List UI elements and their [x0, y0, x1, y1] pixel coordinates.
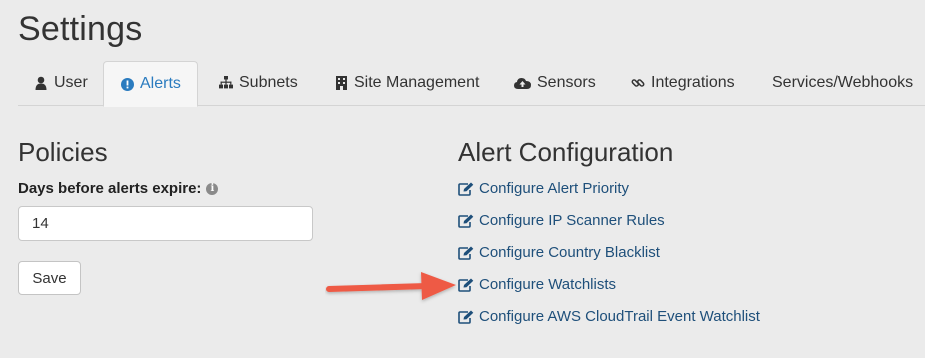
- edit-icon: [458, 278, 474, 292]
- tab-integrations[interactable]: Integrations: [631, 61, 735, 104]
- configure-alert-priority-link[interactable]: Configure Alert Priority: [458, 180, 629, 197]
- user-icon: [34, 76, 48, 90]
- settings-tabs: User Alerts Subnets Site Management Sens…: [18, 61, 925, 107]
- cloud-upload-icon: [514, 76, 531, 90]
- days-expire-label: Days before alerts expire: i: [18, 180, 219, 197]
- tab-site-management-label: Site Management: [354, 73, 480, 91]
- page-title: Settings: [18, 10, 143, 48]
- link-icon: [631, 76, 645, 90]
- tab-services-webhooks-label: Services/Webhooks: [772, 73, 914, 91]
- sitemap-icon: [219, 76, 233, 90]
- configure-watchlists-link[interactable]: Configure Watchlists: [458, 276, 616, 293]
- configure-ip-scanner-rules-label: Configure IP Scanner Rules: [479, 212, 665, 229]
- edit-icon: [458, 182, 474, 196]
- save-button[interactable]: Save: [18, 261, 81, 295]
- configure-aws-cloudtrail-watchlist-link[interactable]: Configure AWS CloudTrail Event Watchlist: [458, 308, 760, 325]
- tab-alerts-label: Alerts: [140, 75, 181, 92]
- configure-aws-cloudtrail-watchlist-label: Configure AWS CloudTrail Event Watchlist: [479, 308, 760, 325]
- tab-subnets[interactable]: Subnets: [219, 61, 298, 104]
- tab-integrations-label: Integrations: [651, 73, 735, 91]
- tab-alerts[interactable]: Alerts: [103, 61, 198, 107]
- configure-country-blacklist-label: Configure Country Blacklist: [479, 244, 660, 261]
- tab-subnets-label: Subnets: [239, 73, 298, 91]
- edit-icon: [458, 246, 474, 260]
- tab-user[interactable]: User: [34, 61, 88, 104]
- tab-services-webhooks[interactable]: Services/Webhooks: [772, 61, 913, 104]
- exclamation-circle-icon: [120, 77, 134, 91]
- tab-user-label: User: [54, 73, 88, 91]
- days-expire-input[interactable]: [18, 206, 313, 241]
- building-icon: [334, 75, 348, 90]
- info-icon[interactable]: i: [206, 182, 219, 195]
- policies-title: Policies: [18, 137, 108, 167]
- annotation-arrow: [326, 272, 456, 300]
- configure-country-blacklist-link[interactable]: Configure Country Blacklist: [458, 244, 660, 261]
- edit-icon: [458, 310, 474, 324]
- tab-sensors[interactable]: Sensors: [514, 61, 596, 104]
- days-expire-label-text: Days before alerts expire:: [18, 180, 202, 197]
- configure-alert-priority-label: Configure Alert Priority: [479, 180, 630, 197]
- configure-watchlists-label: Configure Watchlists: [479, 276, 616, 293]
- alert-configuration-title: Alert Configuration: [458, 137, 674, 167]
- configure-ip-scanner-rules-link[interactable]: Configure IP Scanner Rules: [458, 212, 665, 229]
- edit-icon: [458, 214, 474, 228]
- tab-sensors-label: Sensors: [537, 73, 596, 91]
- tab-site-management[interactable]: Site Management: [334, 61, 479, 104]
